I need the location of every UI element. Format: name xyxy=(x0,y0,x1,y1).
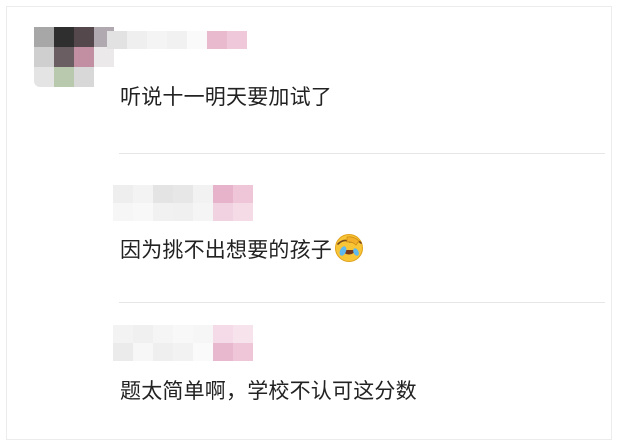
divider xyxy=(119,302,605,303)
username-pixelated[interactable] xyxy=(107,31,247,49)
comment-text: 题太简单啊，学校不认可这分数 xyxy=(120,379,417,403)
comment-thread: 听说十一明天要加试了 因为挑不出想要的孩子 题太简单啊，学校不认可这分数 xyxy=(6,6,612,440)
comment-text: 因为挑不出想要的孩子 xyxy=(120,233,364,264)
divider xyxy=(119,153,605,154)
comment-text: 听说十一明天要加试了 xyxy=(120,85,332,109)
face-palm-crying-laughing-emoji xyxy=(335,234,363,262)
username-pixelated[interactable] xyxy=(113,185,253,221)
comment-text-content: 因为挑不出想要的孩子 xyxy=(120,238,332,262)
avatar-pixelated[interactable] xyxy=(34,27,114,87)
username-pixelated[interactable] xyxy=(113,325,253,361)
